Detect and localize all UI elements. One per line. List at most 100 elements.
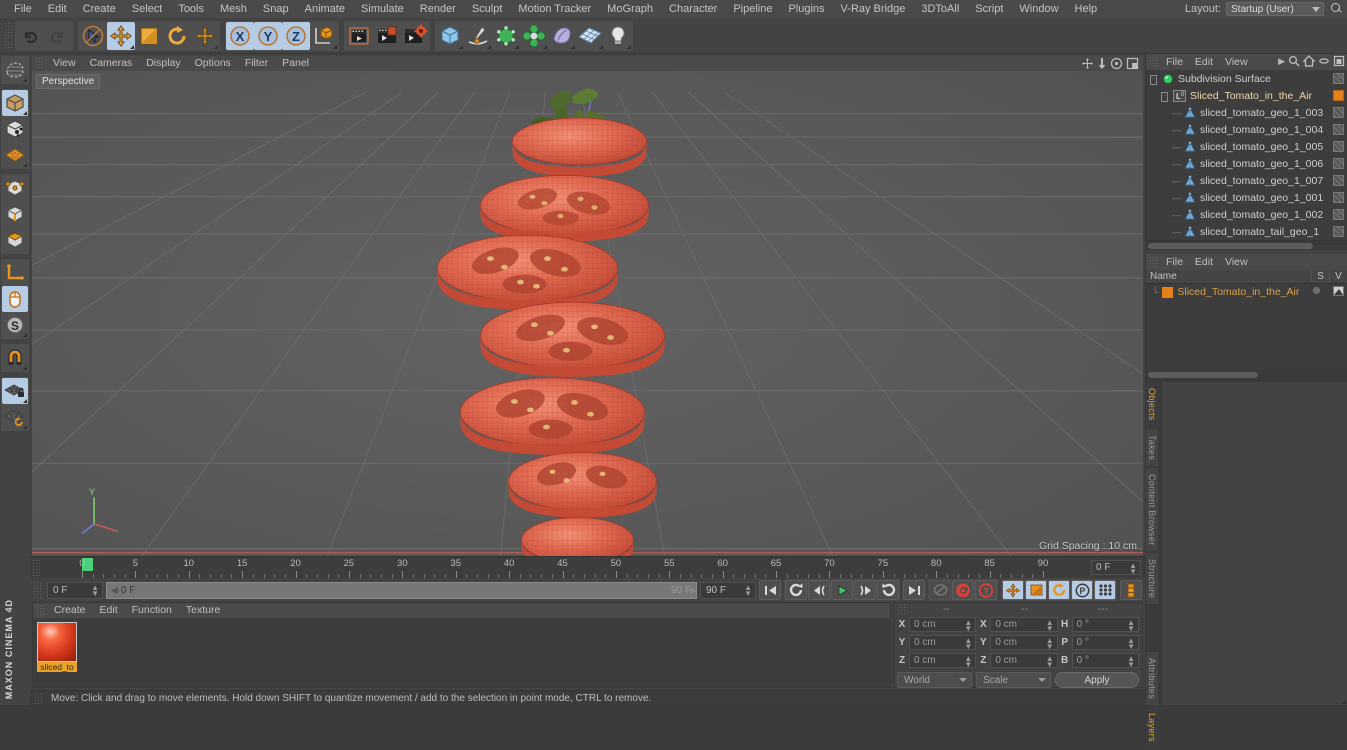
menu-item-v-ray-bridge[interactable]: V-Ray Bridge (833, 0, 914, 18)
viewport-menu-panel[interactable]: Panel (275, 56, 316, 71)
viewport-menu-grip[interactable] (35, 57, 43, 70)
spinner-icon[interactable]: ▲ ▼ (964, 655, 972, 669)
viewport-menu-view[interactable]: View (46, 56, 83, 71)
fit-icon[interactable] (1333, 55, 1345, 67)
menu-item-help[interactable]: Help (1067, 0, 1106, 18)
texture-tag-icon[interactable] (1333, 192, 1344, 203)
add-spline-button[interactable] (464, 22, 492, 50)
layer-manager-hscrollbar[interactable] (1146, 370, 1347, 382)
record-rotation-button[interactable] (1048, 580, 1070, 600)
polygons-mode[interactable] (2, 227, 28, 253)
keyframe-selection-button[interactable] (1120, 580, 1142, 600)
material-list[interactable]: sliced_to (33, 618, 890, 687)
menu-item-plugins[interactable]: Plugins (780, 0, 832, 18)
rotation-h-input[interactable]: 0 ° ▲ ▼ (1071, 617, 1139, 633)
lock-workplane[interactable] (2, 378, 28, 404)
toolbar-grip[interactable] (4, 21, 12, 50)
tree-expand-icon[interactable]: — (1172, 227, 1183, 237)
record-position-button[interactable] (1002, 580, 1024, 600)
menu-item-select[interactable]: Select (124, 0, 171, 18)
spinner-icon[interactable]: ▲ ▼ (1046, 655, 1054, 669)
range-end-field[interactable]: 90 F ▲ ▼ (700, 581, 756, 599)
texture-tag-icon[interactable] (1333, 73, 1344, 84)
search-icon[interactable] (1288, 55, 1300, 67)
go-to-next-key-button[interactable] (877, 580, 899, 600)
orbit-icon[interactable] (1110, 57, 1123, 70)
layer-color-tag[interactable] (1333, 90, 1344, 101)
add-scene-button[interactable] (548, 22, 576, 50)
go-to-end-button[interactable] (903, 580, 925, 600)
vtab-content-browser[interactable]: Content Browser (1146, 467, 1158, 552)
texture-tag-icon[interactable] (1333, 141, 1344, 152)
material-menu-function[interactable]: Function (125, 603, 179, 618)
maximize-icon[interactable] (1126, 57, 1139, 70)
spinner-icon[interactable]: ▲ ▼ (964, 619, 972, 633)
tree-expand-icon[interactable]: — (1172, 108, 1183, 118)
scrollbar-thumb[interactable] (1148, 372, 1258, 378)
zoom-icon[interactable] (1097, 57, 1107, 70)
workplane-reset[interactable] (2, 404, 28, 430)
tree-expand-icon[interactable]: └ (1152, 287, 1158, 297)
enable-snapping[interactable] (2, 345, 28, 371)
material-preview-sphere[interactable] (37, 622, 77, 662)
go-to-start-button[interactable] (759, 580, 781, 600)
tree-expand-icon[interactable]: — (1172, 176, 1183, 186)
tree-expand-icon[interactable]: - (1150, 73, 1161, 85)
step-back-button[interactable] (808, 580, 830, 600)
render-region-button[interactable] (373, 22, 401, 50)
spinner-icon[interactable]: ▲ ▼ (1127, 637, 1135, 651)
texture-tag-icon[interactable] (1333, 124, 1344, 135)
scrollbar-thumb[interactable] (1148, 243, 1313, 249)
live-selection-tool[interactable] (2, 57, 28, 83)
object-menu-edit[interactable]: Edit (1189, 54, 1219, 70)
tree-expand-icon[interactable]: — (1172, 142, 1183, 152)
spinner-icon[interactable]: ▲ ▼ (964, 637, 972, 651)
spinner-icon[interactable]: ▲ ▼ (1127, 655, 1135, 669)
object-tree-row[interactable]: — sliced_tomato_geo_1_007 (1146, 172, 1347, 189)
menu-item-3dtoall[interactable]: 3DToAll (913, 0, 967, 18)
tree-expand-icon[interactable]: — (1172, 193, 1183, 203)
edges-mode[interactable] (2, 201, 28, 227)
object-tree-row[interactable]: — sliced_tomato_geo_1_005 (1146, 138, 1347, 155)
menu-item-snap[interactable]: Snap (255, 0, 297, 18)
texture-tag-icon[interactable] (1333, 209, 1344, 220)
spinner-icon[interactable]: ▲ ▼ (744, 583, 752, 597)
viewport-solo-mode[interactable] (2, 286, 28, 312)
menu-item-tools[interactable]: Tools (170, 0, 212, 18)
layer-solo-icon[interactable] (1307, 286, 1325, 298)
spinner-icon[interactable]: ▲ ▼ (1129, 562, 1137, 576)
tree-expand-icon[interactable]: — (1172, 210, 1183, 220)
record-pla-button[interactable] (1094, 580, 1116, 600)
current-frame-field[interactable]: 0 F ▲ ▼ (47, 581, 103, 599)
add-light-button[interactable] (604, 22, 632, 50)
preview-range-slider[interactable]: ◀ 0 F 90 F ▶ (106, 581, 697, 599)
add-camera-button[interactable] (576, 22, 604, 50)
material-menu-create[interactable]: Create (47, 603, 93, 618)
layer-menu-file[interactable]: File (1160, 254, 1189, 270)
vtab-objects[interactable]: Objects (1146, 382, 1158, 427)
viewport-menu-display[interactable]: Display (139, 56, 187, 71)
menu-item-simulate[interactable]: Simulate (353, 0, 412, 18)
y-axis-lock[interactable]: Y (254, 21, 282, 50)
timeline-frame-field[interactable]: 0 F ▲ ▼ (1091, 560, 1141, 576)
home-icon[interactable] (1303, 55, 1315, 67)
menu-item-pipeline[interactable]: Pipeline (725, 0, 780, 18)
texture-tag-icon[interactable] (1333, 158, 1344, 169)
perspective-viewport[interactable]: Perspective Y Grid Spacing: 10 cm (32, 71, 1143, 556)
model-mode[interactable] (2, 90, 28, 116)
axis-modify-mode[interactable] (2, 260, 28, 286)
layout-dropdown[interactable]: Startup (User) (1226, 2, 1324, 16)
record-active-objects-button[interactable] (952, 580, 974, 600)
render-view-button[interactable] (345, 22, 373, 50)
status-grip[interactable] (34, 692, 42, 704)
menu-item-create[interactable]: Create (75, 0, 124, 18)
layer-rows[interactable]: └ Sliced_Tomato_in_the_Air (1146, 284, 1347, 300)
layer-row[interactable]: └ Sliced_Tomato_in_the_Air (1146, 284, 1347, 300)
layer-menu-view[interactable]: View (1219, 254, 1254, 270)
object-manager-hscrollbar[interactable] (1146, 240, 1347, 250)
loop-playback-button[interactable] (929, 580, 951, 600)
material-item[interactable]: sliced_to (37, 622, 77, 683)
size-z-input[interactable]: 0 cm ▲ ▼ (990, 653, 1058, 669)
object-tree-row[interactable]: — sliced_tomato_tail_geo_1 (1146, 223, 1347, 240)
points-mode[interactable] (2, 175, 28, 201)
